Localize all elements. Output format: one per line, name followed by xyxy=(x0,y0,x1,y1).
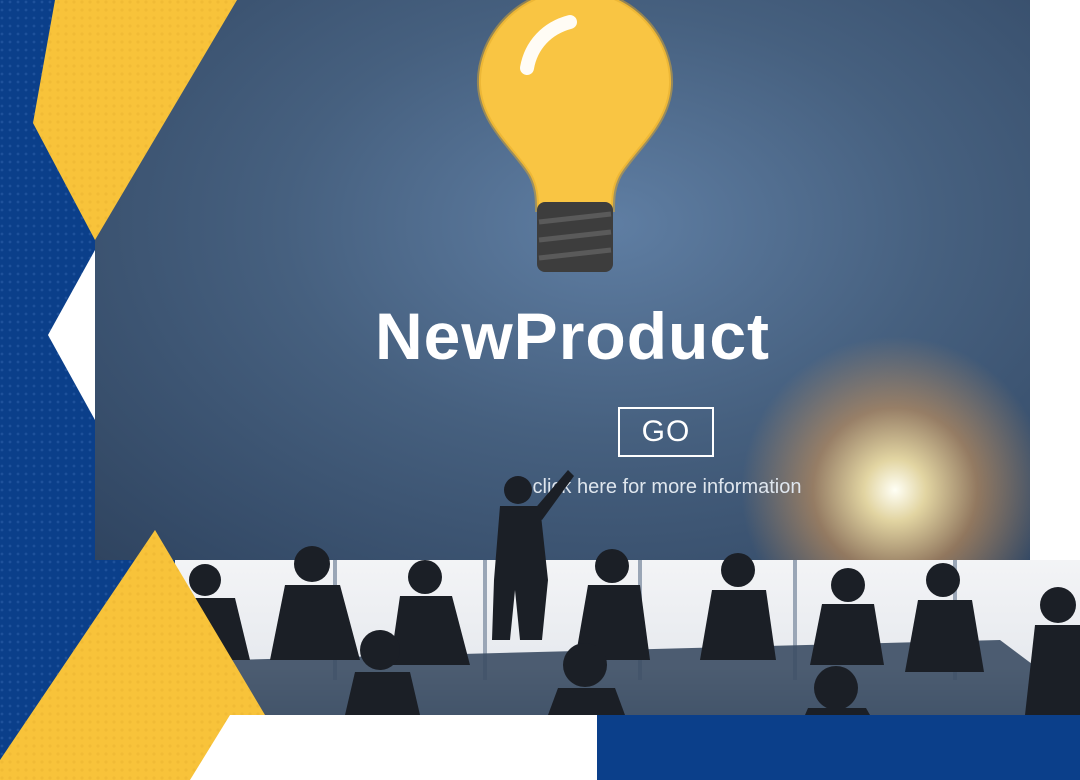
white-notch xyxy=(48,250,95,420)
bottom-white-band xyxy=(190,715,597,780)
geometric-decor xyxy=(0,0,597,780)
